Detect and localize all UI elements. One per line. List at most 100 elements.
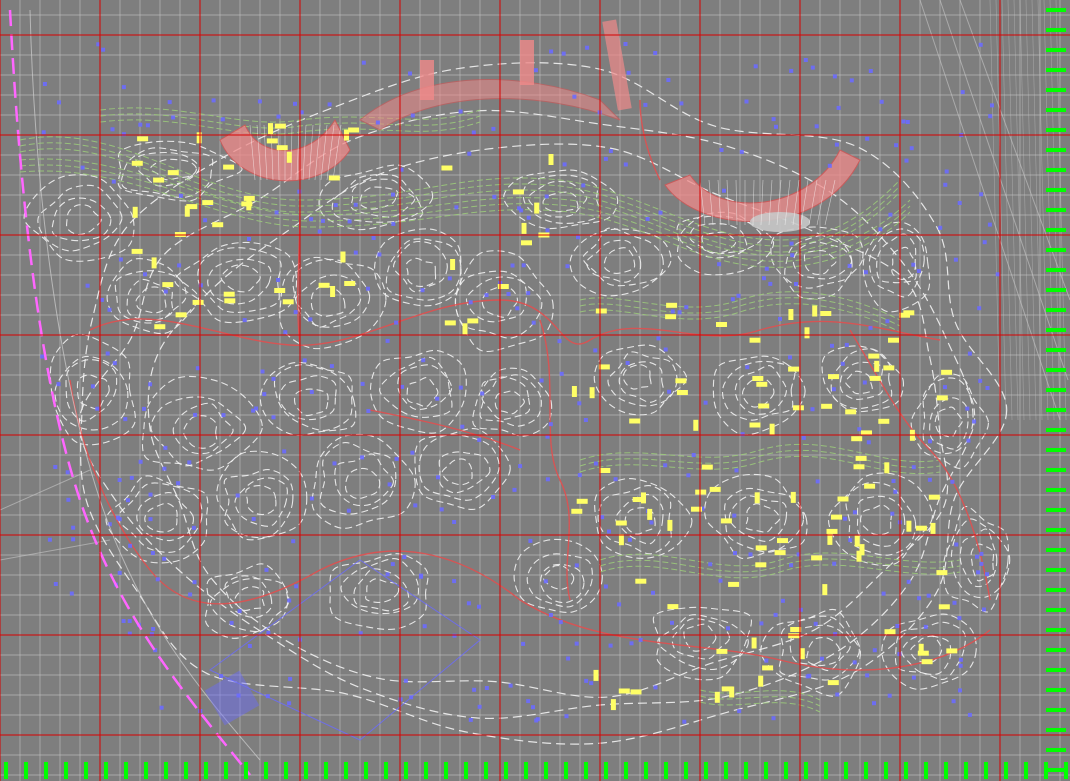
survey-point — [117, 517, 122, 522]
survey-point — [118, 257, 123, 262]
survey-point — [458, 385, 463, 390]
tree-marker — [827, 680, 839, 686]
survey-point — [421, 358, 426, 363]
survey-point — [928, 439, 932, 444]
survey-point — [905, 120, 910, 124]
survey-point — [847, 263, 852, 268]
ruler-tick — [404, 762, 408, 779]
survey-point — [159, 705, 164, 710]
ruler-tick — [1046, 548, 1066, 552]
survey-point — [967, 351, 972, 356]
survey-point — [508, 683, 513, 688]
survey-point — [121, 85, 126, 90]
survey-point — [911, 465, 916, 470]
survey-point — [148, 382, 153, 387]
tree-marker — [318, 282, 330, 288]
survey-point — [521, 641, 526, 646]
tree-marker — [167, 170, 179, 176]
ruler-tick — [1046, 288, 1066, 292]
survey-point — [519, 208, 524, 213]
survey-point — [656, 336, 661, 341]
survey-point — [958, 663, 963, 668]
survey-point — [734, 468, 739, 473]
tree-marker — [820, 311, 832, 316]
tree-marker — [864, 483, 876, 489]
tree-marker — [728, 581, 740, 587]
cad-map-viewport[interactable] — [0, 0, 1070, 781]
survey-point — [403, 678, 408, 683]
tree-marker — [854, 535, 860, 547]
ruler-tick — [464, 762, 468, 779]
survey-point — [557, 339, 562, 344]
ruler-tick — [1046, 708, 1066, 712]
survey-point — [613, 477, 618, 482]
tree-marker — [274, 123, 286, 129]
survey-point — [976, 570, 981, 575]
survey-point — [191, 525, 196, 530]
survey-point — [492, 194, 497, 199]
survey-point — [891, 479, 896, 483]
survey-point — [167, 100, 172, 105]
survey-point — [603, 584, 608, 589]
survey-point — [768, 281, 773, 286]
tree-marker — [752, 376, 764, 381]
ruler-tick — [984, 762, 988, 779]
survey-point — [649, 520, 654, 525]
tree-marker — [151, 257, 157, 269]
survey-point — [670, 309, 675, 314]
survey-point — [565, 264, 570, 269]
site-plan-map[interactable] — [0, 0, 1070, 781]
survey-point — [972, 419, 977, 424]
ruler-tick — [1046, 388, 1066, 392]
tree-marker — [792, 405, 804, 411]
survey-point — [283, 330, 288, 335]
tree-marker — [521, 222, 527, 234]
ruler-tick — [424, 762, 428, 779]
tree-marker — [754, 492, 760, 504]
tree-marker — [266, 138, 278, 144]
ruler-tick — [1046, 588, 1066, 592]
ruler-tick — [544, 762, 548, 779]
survey-point — [506, 292, 511, 296]
survey-point — [439, 507, 444, 512]
survey-point — [923, 624, 928, 629]
survey-point — [105, 351, 110, 356]
survey-point — [543, 579, 548, 584]
survey-point — [759, 621, 764, 626]
survey-point — [957, 616, 962, 621]
survey-point — [452, 520, 457, 524]
ruler-tick — [104, 762, 108, 779]
survey-point — [192, 580, 197, 585]
tree-marker — [855, 455, 867, 461]
survey-point — [510, 263, 515, 268]
survey-point — [878, 227, 883, 232]
ruler-tick — [784, 762, 788, 779]
ruler-tick — [344, 762, 348, 779]
survey-point — [985, 572, 989, 577]
survey-point — [827, 163, 832, 168]
survey-point — [535, 717, 540, 722]
survey-point — [820, 656, 824, 661]
survey-point — [366, 286, 370, 291]
ruler-tick — [224, 762, 228, 779]
ruler-tick — [324, 762, 328, 779]
tree-marker — [131, 160, 143, 166]
tree-marker — [599, 468, 611, 473]
survey-point — [90, 384, 95, 389]
tree-marker — [675, 378, 687, 384]
survey-point — [589, 681, 594, 686]
survey-point — [629, 641, 634, 646]
ruler-tick — [1046, 468, 1066, 472]
survey-point — [143, 272, 147, 277]
tree-marker — [175, 312, 187, 318]
survey-point — [844, 342, 849, 347]
survey-point — [927, 477, 932, 482]
survey-point — [617, 602, 622, 607]
survey-point — [670, 620, 674, 625]
survey-point — [398, 697, 403, 702]
survey-point — [774, 124, 778, 129]
survey-point — [979, 192, 984, 197]
survey-point — [789, 68, 794, 73]
survey-point — [852, 660, 857, 665]
survey-point — [719, 148, 724, 152]
